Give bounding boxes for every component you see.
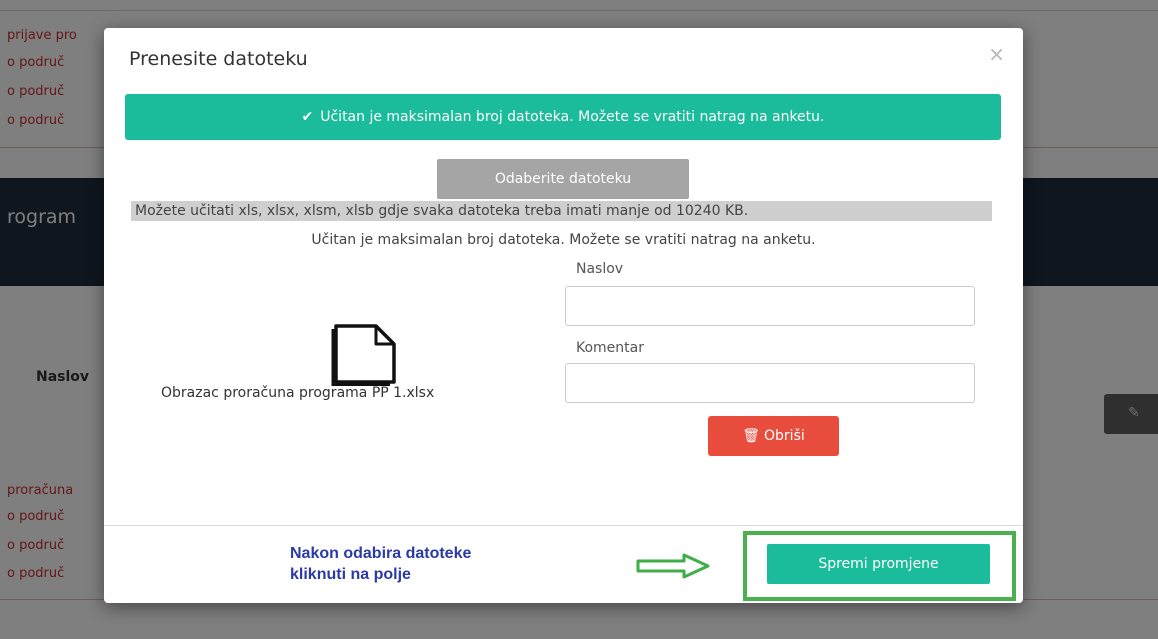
komentar-label: Komentar	[576, 340, 644, 356]
uploaded-file-name: Obrazac proračuna programa PP 1.xlsx	[161, 385, 435, 401]
footer-instruction-line: kliknuti na polje	[290, 566, 411, 583]
delete-button[interactable]: 🗑 Obriši	[708, 416, 839, 456]
success-alert: ✔ Učitan je maksimalan broj datoteka. Mo…	[125, 94, 1001, 140]
footer-instruction-line: Nakon odabira datoteke	[290, 545, 472, 562]
alert-text: Učitan je maksimalan broj datoteka. Može…	[320, 109, 825, 125]
naslov-input[interactable]	[565, 286, 975, 326]
footer-instruction: Nakon odabira datoteke kliknuti na polje	[290, 543, 471, 585]
delete-label: Obriši	[764, 428, 805, 444]
arrow-right-icon	[636, 553, 712, 579]
save-changes-button[interactable]: Spremi promjene	[767, 544, 990, 584]
file-icon	[330, 324, 400, 387]
upload-modal: Prenesite datoteku × ✔ Učitan je maksima…	[104, 28, 1023, 603]
close-icon[interactable]: ×	[988, 42, 1005, 66]
footer-divider	[104, 525, 1023, 526]
choose-file-button[interactable]: Odaberite datoteku	[437, 159, 689, 199]
file-type-hint: Možete učitati xls, xlsx, xlsm, xlsb gdj…	[131, 201, 992, 221]
checkmark-icon: ✔	[301, 109, 314, 125]
max-files-info: Učitan je maksimalan broj datoteka. Može…	[311, 232, 816, 248]
modal-title: Prenesite datoteku	[129, 48, 308, 70]
modal-header: Prenesite datoteku ×	[104, 28, 1023, 90]
komentar-input[interactable]	[565, 363, 975, 403]
naslov-label: Naslov	[576, 261, 624, 277]
trash-icon: 🗑	[742, 428, 761, 444]
